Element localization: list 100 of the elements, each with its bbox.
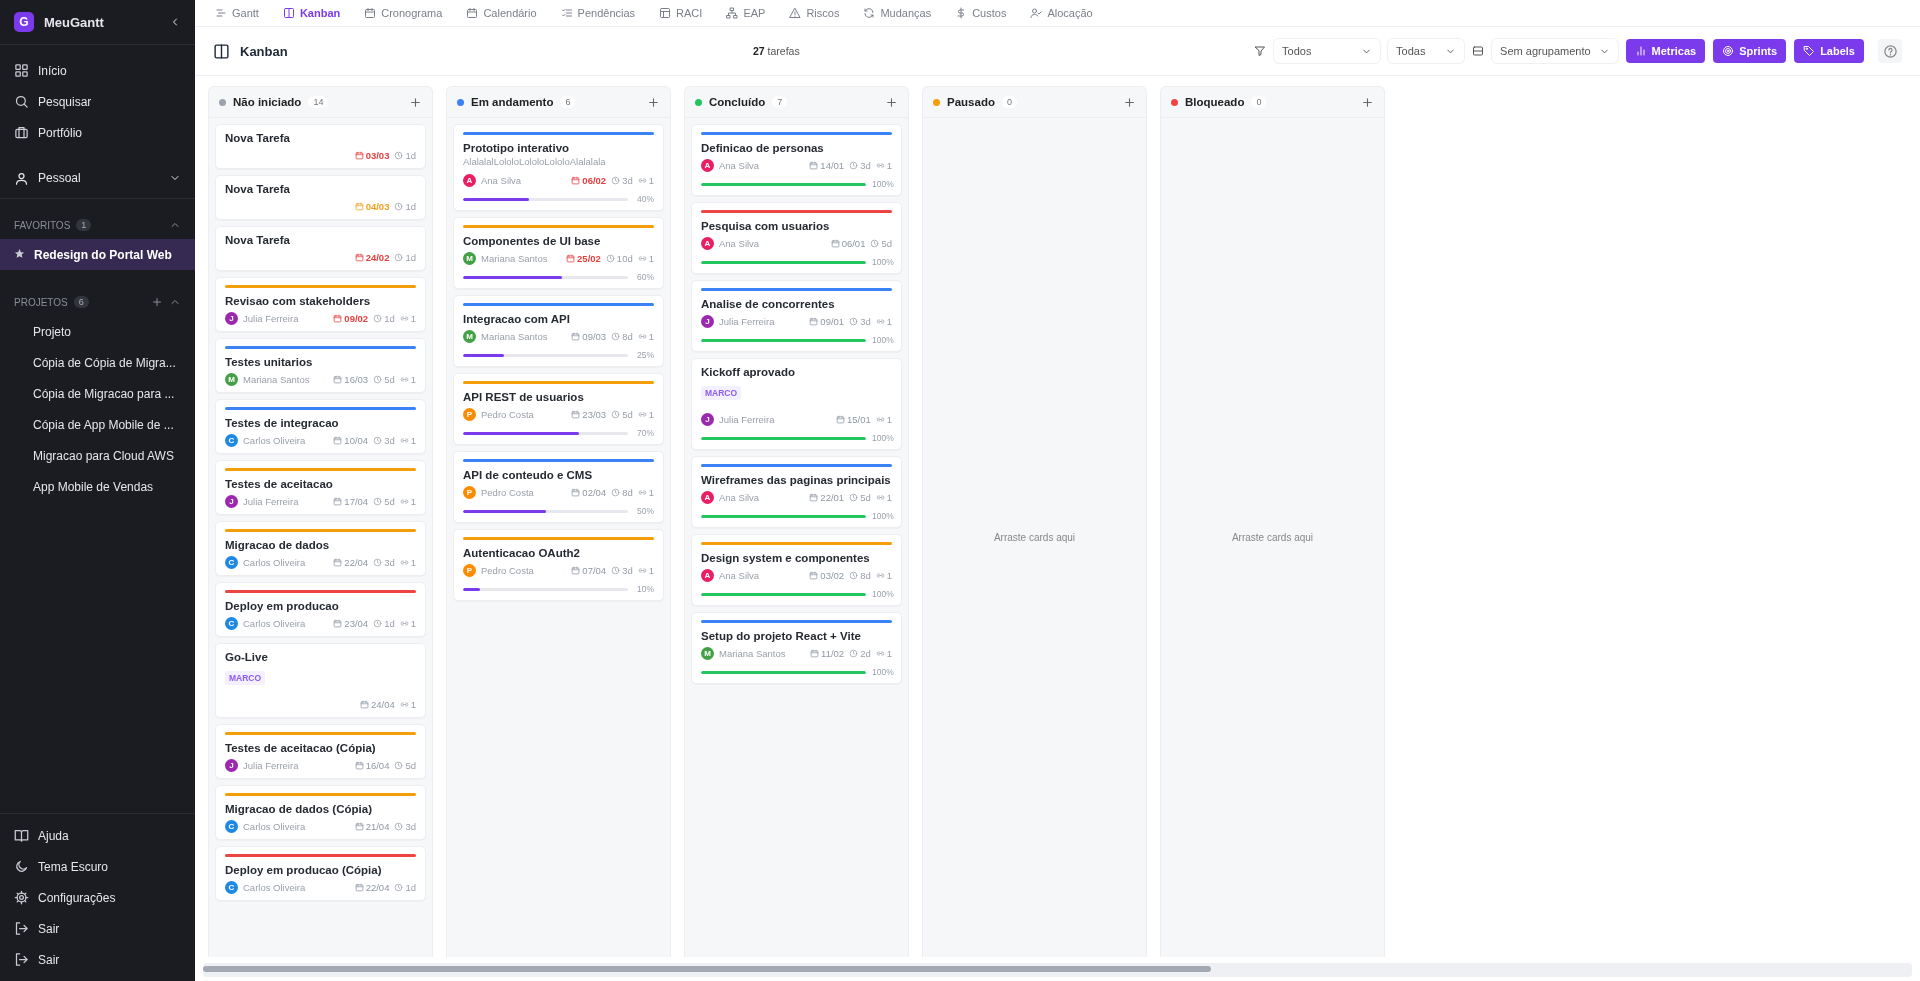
duration: 1d (405, 251, 416, 263)
help-button[interactable] (1878, 39, 1902, 63)
task-card[interactable]: Migracao de dados (Cópia) C Carlos Oliveira 21/04 3d (215, 785, 426, 840)
toolbar-button[interactable]: Metricas (1625, 39, 1706, 63)
add-card-icon[interactable] (409, 95, 422, 109)
task-card[interactable]: Nova Tarefa 24/02 1d (215, 226, 426, 271)
task-card[interactable]: Deploy em producao C Carlos Oliveira 23/04 1d 1 (215, 582, 426, 637)
sidebar-item[interactable]: Portfólio (0, 117, 195, 148)
view-tab[interactable]: Kanban (270, 0, 353, 26)
duration: 5d (881, 237, 892, 249)
sidebar-item[interactable]: Cópia de Cópia de Migra... (0, 347, 195, 378)
card-count: 14 (308, 96, 329, 108)
view-tab[interactable]: Riscos (777, 0, 852, 26)
clock-icon (611, 409, 621, 419)
sidebar-item[interactable]: Início (0, 55, 195, 86)
link-icon (875, 316, 885, 326)
sidebar-item[interactable]: Sair (0, 913, 195, 944)
task-card[interactable]: Wireframes das paginas principais A Ana Silva 22/01 5d 1 100% (691, 456, 902, 528)
assignee-name: Mariana Santos (719, 647, 786, 659)
task-card[interactable]: Nova Tarefa 03/03 1d (215, 124, 426, 169)
due-date: 02/04 (582, 486, 607, 498)
task-card[interactable]: Nova Tarefa 04/03 1d (215, 175, 426, 220)
task-card[interactable]: Revisao com stakeholders J Julia Ferreira 09/02 1d 1 (215, 277, 426, 332)
clock-icon (394, 201, 404, 211)
view-tab[interactable]: Pendências (548, 0, 648, 26)
empty-column-hint: Arraste cards aqui (1231, 532, 1314, 543)
sidebar-item[interactable]: Projeto (0, 316, 195, 347)
add-card-icon[interactable] (647, 95, 660, 109)
due-date: 24/02 (365, 251, 390, 263)
task-card[interactable]: Testes unitarios M Mariana Santos 16/03 5d 1 (215, 338, 426, 393)
link-icon (399, 496, 409, 506)
toolbar-button[interactable]: Sprints (1713, 39, 1787, 63)
clock-icon (394, 252, 404, 262)
card-title: Autenticacao OAuth2 (463, 547, 581, 559)
view-tab[interactable]: Gantt (203, 0, 271, 26)
assignee-name: Carlos Oliveira (243, 617, 306, 629)
add-card-icon[interactable] (885, 95, 898, 109)
sidebar-item[interactable]: Ajuda (0, 820, 195, 851)
sidebar-item[interactable]: Redesign do Portal Web (0, 239, 195, 270)
link-icon (399, 557, 409, 567)
task-card[interactable]: Integracao com API M Mariana Santos 09/03 8d 1 25% (453, 295, 664, 367)
task-card[interactable]: Componentes de UI base M Mariana Santos 25/02 10d 1 60% (453, 217, 664, 289)
sidebar-item[interactable]: Migracao para Cloud AWS (0, 440, 195, 471)
task-card[interactable]: Testes de aceitacao (Cópia) J Julia Ferreira 16/04 5d (215, 724, 426, 779)
sidebar-item[interactable]: App Mobile de Vendas (0, 471, 195, 502)
sidebar-item[interactable]: Pesquisar (0, 86, 195, 117)
sidebar-item[interactable]: Configurações (0, 882, 195, 913)
due-date: 22/01 (820, 491, 845, 503)
task-card[interactable]: Testes de aceitacao J Julia Ferreira 17/04 5d 1 (215, 460, 426, 515)
columns-icon (282, 7, 295, 19)
task-card[interactable]: API de conteudo e CMS P Pedro Costa 02/04 8d 1 50% (453, 451, 664, 523)
task-card[interactable]: Prototipo interativo AlalalalLololoLololoLololoAlalalala A Ana Silva 06/02 3d 1 40% (453, 124, 664, 211)
link-count: 1 (886, 491, 892, 503)
task-card[interactable]: Pesquisa com usuarios A Ana Silva 06/01 5d 100% (691, 202, 902, 274)
toolbar-button[interactable]: Labels (1794, 39, 1864, 63)
view-tab[interactable]: Cronograma (352, 0, 455, 26)
card-count: 0 (1251, 96, 1267, 108)
clock-icon (870, 238, 880, 248)
task-card[interactable]: Setup do projeto React + Vite M Mariana Santos 11/02 2d 1 100% (691, 612, 902, 684)
sidebar-item[interactable]: Cópia de App Mobile de ... (0, 409, 195, 440)
add-card-icon[interactable] (1361, 95, 1374, 109)
card-title: Pesquisa com usuarios (701, 220, 831, 232)
assignee-name: Ana Silva (719, 159, 760, 171)
sidebar-item[interactable]: Cópia de Migracao para ... (0, 378, 195, 409)
add-card-icon[interactable] (1123, 95, 1136, 109)
calendar-icon (354, 201, 364, 211)
due-date: 23/03 (582, 408, 607, 420)
horizontal-scrollbar[interactable] (203, 963, 1912, 977)
task-card[interactable]: Migracao de dados C Carlos Oliveira 22/04 3d 1 (215, 521, 426, 576)
sidebar-item[interactable]: Sair (0, 944, 195, 975)
link-count: 1 (410, 312, 416, 324)
avatar: J (225, 494, 238, 508)
scrollbar-thumb[interactable] (203, 966, 1212, 972)
task-card[interactable]: Design system e componentes A Ana Silva 03/02 8d 1 100% (691, 534, 902, 606)
filter-dropdown[interactable]: Todas (1388, 39, 1465, 63)
card-title: Nova Tarefa (225, 132, 291, 144)
view-tab[interactable]: Calendário (454, 0, 549, 26)
plus-icon[interactable] (151, 296, 163, 308)
sidebar-item[interactable]: Tema Escuro (0, 851, 195, 882)
view-tab[interactable]: Alocação (1018, 0, 1105, 26)
task-card[interactable]: Analise de concorrentes J Julia Ferreira 09/01 3d 1 100% (691, 280, 902, 352)
task-card[interactable]: Deploy em producao (Cópia) C Carlos Oliveira 22/04 1d (215, 846, 426, 901)
column-title: Bloqueado (1185, 96, 1245, 108)
view-tab[interactable]: EAP (714, 0, 778, 26)
task-card[interactable]: Go-Live MARCO 24/04 1 (215, 643, 426, 718)
view-tab[interactable]: Mudanças (851, 0, 944, 26)
avatar: A (463, 173, 476, 187)
filter-dropdown[interactable]: Todos (1274, 39, 1381, 63)
view-tab[interactable]: Custos (943, 0, 1019, 26)
view-tab[interactable]: RACI (647, 0, 715, 26)
task-card[interactable]: Kickoff aprovado MARCO J Julia Ferreira 15/01 1 100% (691, 358, 902, 450)
user-check-icon (1030, 7, 1043, 19)
task-card[interactable]: Autenticacao OAuth2 P Pedro Costa 07/04 3d 1 10% (453, 529, 664, 601)
avatar: P (463, 563, 476, 577)
task-card[interactable]: Testes de integracao C Carlos Oliveira 10/04 3d 1 (215, 399, 426, 454)
task-card[interactable]: API REST de usuarios P Pedro Costa 23/03 5d 1 70% (453, 373, 664, 445)
task-card[interactable]: Definicao de personas A Ana Silva 14/01 3d 1 100% (691, 124, 902, 196)
link-icon (875, 160, 885, 170)
filter-dropdown[interactable]: Sem agrupamento (1492, 39, 1618, 63)
card-title: Integracao com API (463, 313, 571, 325)
